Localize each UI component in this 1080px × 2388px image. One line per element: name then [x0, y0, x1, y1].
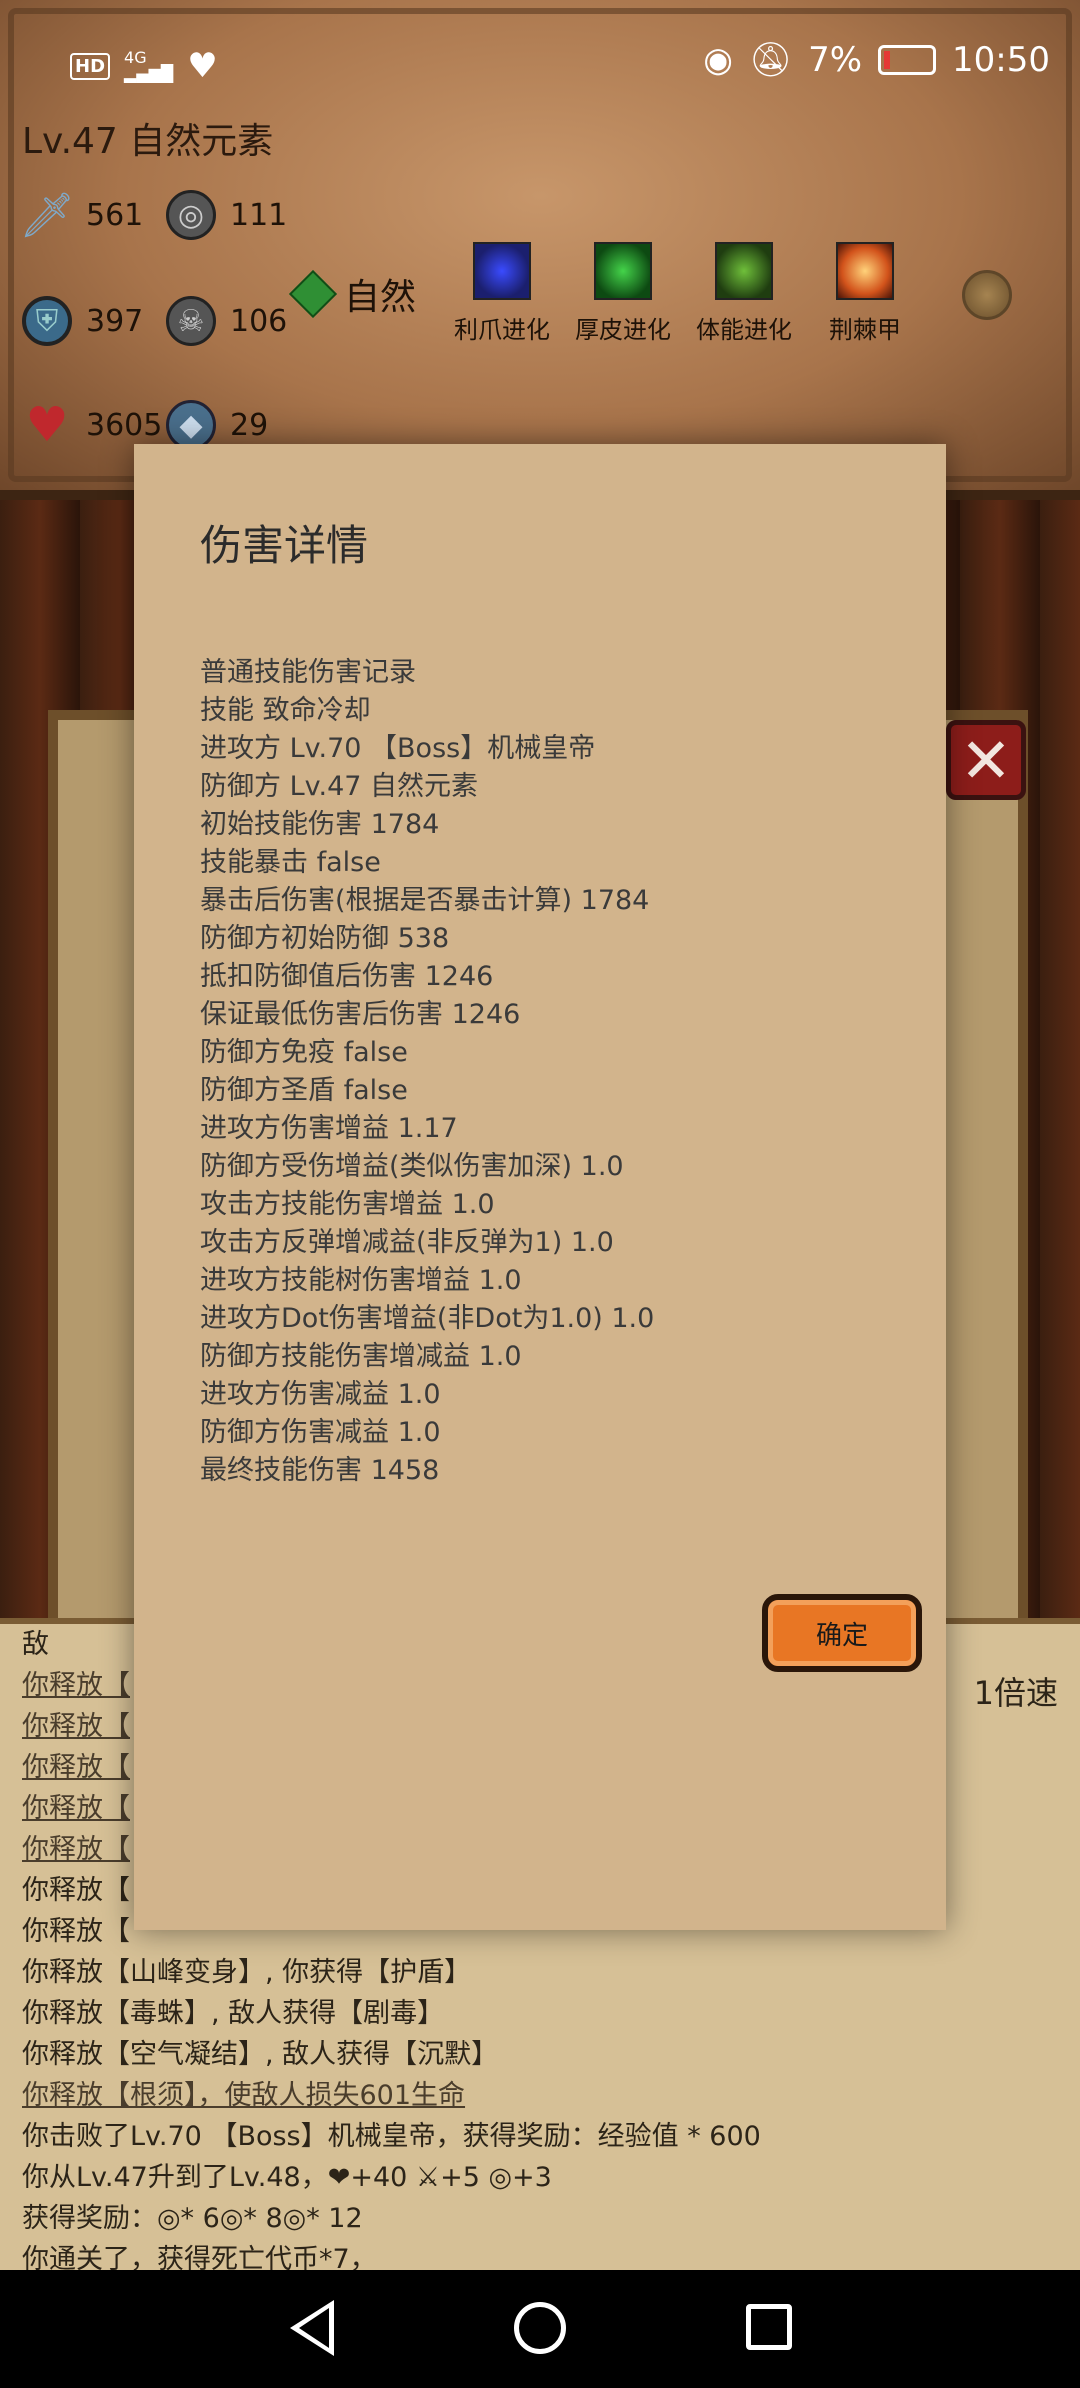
- skill-label: 荆棘甲: [829, 316, 901, 344]
- sword-icon: 🗡︎: [19, 190, 75, 241]
- dialog-title: 伤害详情: [200, 521, 369, 570]
- coin2-value: 106: [230, 303, 288, 339]
- health-app-icon: ♥: [187, 46, 218, 86]
- home-icon[interactable]: [514, 2302, 566, 2354]
- speed-toggle[interactable]: 1倍速: [974, 1668, 1058, 1714]
- attack-value: 561: [86, 197, 144, 233]
- log-line: 你释放【毒蛛】, 敌人获得【剧毒】: [22, 1998, 445, 2029]
- battery-percent: 7%: [808, 40, 863, 80]
- detail-line: 进攻方技能树伤害增益 1.0: [200, 1265, 522, 1296]
- character-level-title: Lv.47 自然元素: [22, 121, 274, 162]
- detail-line: 技能暴击 false: [200, 847, 381, 878]
- signal-icon: 4G ▂▄▆█: [124, 48, 174, 83]
- back-icon[interactable]: [290, 2300, 334, 2356]
- log-line: 获得奖励：◎* 6◎* 8◎* 12: [22, 2203, 363, 2234]
- coin1-value: 111: [230, 197, 288, 233]
- network-type: 4G: [124, 48, 147, 67]
- damage-details-list: 普通技能伤害记录 技能 致命冷却 进攻方 Lv.70 【Boss】机械皇帝 防御…: [200, 654, 654, 1490]
- coin1-stat: ◎ 111: [166, 190, 287, 240]
- coin2-stat: ☠ 106: [166, 296, 287, 346]
- defense-stat: ⛨ 397: [22, 296, 143, 346]
- hd-indicator: HD: [70, 52, 111, 80]
- confirm-button[interactable]: 确定: [762, 1594, 922, 1672]
- gem-value: 29: [230, 407, 269, 443]
- skill-label: 体能进化: [696, 316, 792, 344]
- attack-stat: 🗡︎ 561: [19, 190, 144, 241]
- log-line[interactable]: 你释放【根须】，使敌人损失601生命: [22, 2075, 1062, 2116]
- detail-line: 最终技能伤害 1458: [200, 1455, 440, 1486]
- detail-line: 防御方受伤增益(类似伤害加深) 1.0: [200, 1151, 624, 1182]
- detail-line: 保证最低伤害后伤害 1246: [200, 999, 521, 1030]
- detail-line: 暴击后伤害(根据是否暴击计算) 1784: [200, 885, 650, 916]
- log-line: 你释放【山峰变身】, 你获得【护盾】: [22, 1957, 472, 1988]
- claw-evolution-icon: [473, 242, 531, 300]
- mute-bell-icon: 🔕︎: [748, 40, 793, 80]
- skill-claw-evolution[interactable]: 利爪进化: [443, 242, 561, 345]
- detail-line: 初始技能伤害 1784: [200, 809, 440, 840]
- close-icon: ✕: [960, 723, 1012, 797]
- gem-icon: ◆: [166, 400, 216, 450]
- log-line: 你击败了Lv.70 【Boss】机械皇帝，获得奖励：经验值 * 600: [22, 2121, 761, 2152]
- detail-line: 防御方伤害减益 1.0: [200, 1417, 441, 1448]
- thorn-armor-icon: [836, 242, 894, 300]
- shield-icon: ⛨: [22, 296, 72, 346]
- detail-line: 技能 致命冷却: [200, 695, 371, 726]
- skill-stamina[interactable]: 体能进化: [685, 242, 803, 345]
- detail-line: 攻击方反弹增减益(非反弹为1) 1.0: [200, 1227, 614, 1258]
- skill-label: 厚皮进化: [575, 316, 671, 344]
- recent-apps-icon[interactable]: [746, 2304, 792, 2350]
- close-button[interactable]: ✕: [946, 720, 1026, 800]
- element-badge: 自然: [288, 268, 417, 320]
- skill-label: 利爪进化: [454, 316, 550, 344]
- skill-thick-skin[interactable]: 厚皮进化: [564, 242, 682, 345]
- status-bar: HD 4G ▂▄▆█ ♥ ◉ 🔕︎ 7% 10:50: [0, 30, 1080, 100]
- damage-details-dialog: 伤害详情 普通技能伤害记录 技能 致命冷却 进攻方 Lv.70 【Boss】机械…: [134, 444, 946, 1930]
- heart-icon: ♥: [25, 397, 69, 453]
- detail-line: 进攻方伤害减益 1.0: [200, 1379, 441, 1410]
- gem-stat: ◆ 29: [166, 400, 268, 450]
- character-panel: HD 4G ▂▄▆█ ♥ ◉ 🔕︎ 7% 10:50 Lv.47 自然元素 🗡︎ …: [0, 0, 1080, 500]
- log-line: 你释放【空气凝结】, 敌人获得【沉默】: [22, 2039, 499, 2070]
- orb-icon[interactable]: [962, 270, 1012, 320]
- detail-line: 进攻方伤害增益 1.17: [200, 1113, 458, 1144]
- detail-line: 防御方技能伤害增减益 1.0: [200, 1341, 522, 1372]
- thick-skin-icon: [594, 242, 652, 300]
- coin-icon: ◎: [166, 190, 216, 240]
- hp-stat: ♥ 3605: [22, 397, 163, 453]
- battery-icon: [878, 45, 937, 75]
- detail-line: 攻击方技能伤害增益 1.0: [200, 1189, 495, 1220]
- skull-coin-icon: ☠: [166, 296, 216, 346]
- eye-icon: ◉: [703, 40, 733, 80]
- hp-value: 3605: [86, 407, 163, 443]
- system-nav-bar: [0, 2270, 1080, 2388]
- element-label: 自然: [344, 277, 417, 318]
- defense-value: 397: [86, 303, 144, 339]
- detail-line: 抵扣防御值后伤害 1246: [200, 961, 494, 992]
- nature-element-icon: [288, 269, 338, 319]
- detail-line: 防御方 Lv.47 自然元素: [200, 771, 479, 802]
- detail-line: 普通技能伤害记录: [200, 657, 416, 688]
- detail-line: 进攻方Dot伤害增益(非Dot为1.0) 1.0: [200, 1303, 655, 1334]
- log-line: 你从Lv.47升到了Lv.48，❤+40 ⚔+5 ◎+3: [22, 2162, 552, 2193]
- skill-thorn-armor[interactable]: 荆棘甲: [806, 242, 924, 345]
- detail-line: 防御方圣盾 false: [200, 1075, 408, 1106]
- stamina-icon: [715, 242, 773, 300]
- detail-line: 进攻方 Lv.70 【Boss】机械皇帝: [200, 733, 596, 764]
- clock: 10:50: [952, 40, 1050, 80]
- detail-line: 防御方初始防御 538: [200, 923, 450, 954]
- detail-line: 防御方免疫 false: [200, 1037, 408, 1068]
